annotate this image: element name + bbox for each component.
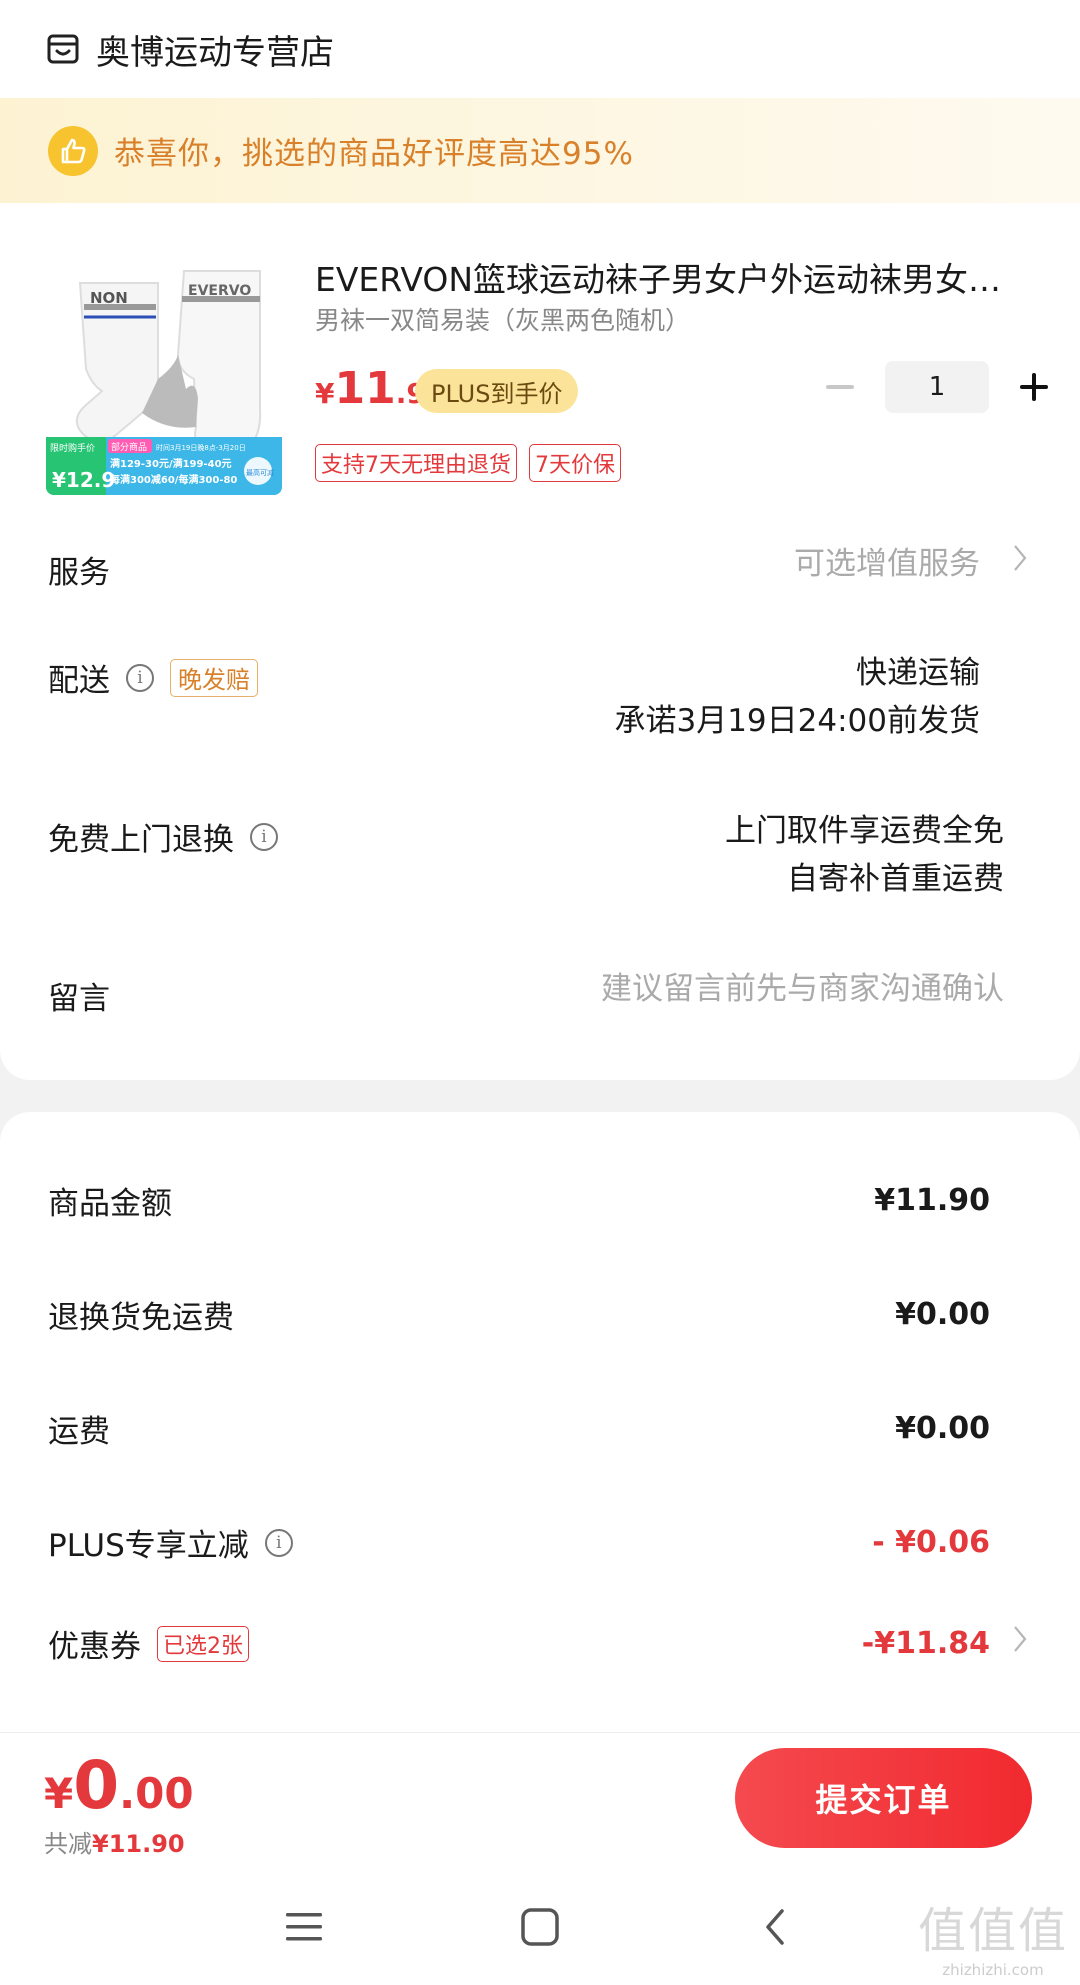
order-item-card: NON EVERVO 限时购手价 ¥12.9 部分商品 时间3月19日晚8点-3…	[0, 203, 1080, 1080]
goods-amount-value: ¥11.90	[874, 1183, 990, 1218]
quantity-stepper: 1	[815, 361, 1059, 413]
free-return-label: 免费上门退换	[48, 822, 234, 858]
price-currency: ¥	[315, 377, 335, 410]
price-summary-card: 商品金额 ¥11.90 退换货免运费 ¥0.00 运费 ¥0.00 PLUS专享…	[0, 1112, 1080, 1732]
return-fee-value: ¥0.00	[895, 1297, 990, 1332]
saved-label: 共减	[44, 1830, 92, 1858]
shipping-fee-label: 运费	[48, 1414, 110, 1450]
product-image[interactable]: NON EVERVO 限时购手价 ¥12.9 部分商品 时间3月19日晚8点-3…	[46, 259, 282, 495]
saved-amount: ¥11.90	[92, 1830, 185, 1858]
service-label: 服务	[48, 555, 110, 591]
free-return-row-label: 免费上门退换 i	[48, 814, 278, 859]
coupon-chevron-icon[interactable]	[1012, 1624, 1028, 1662]
system-nav-bar: 值值值 zhizhizhi.com	[0, 1867, 1080, 1985]
shipping-fee-value: ¥0.00	[895, 1411, 990, 1446]
message-label: 留言	[48, 981, 110, 1017]
sock-brand-left: NON	[90, 289, 128, 307]
delivery-method: 快递运输	[856, 655, 980, 691]
free-return-line-2: 自寄补首重运费	[787, 861, 1004, 897]
service-chevron-icon[interactable]	[1012, 543, 1028, 581]
promo-date: 时间3月19日晚8点-3月20日	[156, 443, 246, 452]
coupon-label: 优惠券	[48, 1629, 141, 1665]
watermark-url: zhizhizhi.com	[942, 1961, 1044, 1979]
price-integer: 11	[334, 363, 396, 414]
return-policy-tag: 支持7天无理由退货	[315, 444, 517, 482]
promo-end: 最高可减	[246, 468, 274, 477]
back-icon[interactable]	[740, 1897, 810, 1957]
message-input[interactable]: 建议留言前先与商家沟通确认	[601, 965, 1004, 1013]
delivery-value[interactable]: 快递运输 承诺3月19日24:00前发货	[614, 649, 980, 745]
plus-discount-info-icon[interactable]: i	[264, 1528, 293, 1557]
total-decimal: .00	[119, 1769, 194, 1818]
checkout-bar: ¥ 0 .00 共减¥11.90 提交订单	[0, 1732, 1080, 1867]
recent-apps-icon[interactable]	[269, 1897, 339, 1957]
product-price: ¥ 11 .9	[315, 363, 426, 414]
total-integer: 0	[73, 1747, 120, 1824]
coupon-row-label[interactable]: 优惠券 已选2张	[48, 1621, 249, 1666]
delivery-label: 配送	[48, 663, 110, 699]
return-fee-label: 退换货免运费	[48, 1300, 234, 1336]
home-icon[interactable]	[505, 1897, 575, 1957]
delivery-info-icon[interactable]: i	[126, 663, 154, 692]
plus-discount-label: PLUS专享立减	[48, 1528, 249, 1564]
coupon-count-tag: 已选2张	[157, 1625, 249, 1662]
quantity-decrease-button[interactable]	[815, 362, 865, 412]
free-return-info-icon[interactable]: i	[250, 822, 278, 851]
total-saved: 共减¥11.90	[44, 1824, 185, 1859]
price-protect-tag: 7天价保	[529, 444, 621, 482]
quantity-input[interactable]: 1	[885, 361, 989, 413]
total-price: ¥ 0 .00	[44, 1747, 194, 1824]
store-name: 奥博运动专营店	[96, 32, 334, 73]
sock-brand-right: EVERVO	[188, 283, 251, 299]
product-title[interactable]: EVERVON篮球运动袜子男女户外运动袜男女…	[315, 253, 1025, 301]
free-return-line-1: 上门取件享运费全免	[725, 813, 1004, 849]
promo-line-1: 满129-30元/满199-40元	[110, 457, 232, 470]
watermark-logo: 值值值	[917, 1903, 1068, 1959]
goods-amount-label: 商品金额	[48, 1186, 172, 1222]
plus-discount-row-label: PLUS专享立减 i	[48, 1520, 293, 1565]
store-icon	[47, 34, 79, 64]
free-return-value: 上门取件享运费全免 自寄补首重运费	[725, 807, 1004, 903]
watermark: 值值值 zhizhizhi.com	[918, 1891, 1068, 1979]
thumbs-up-icon	[48, 125, 98, 176]
submit-order-button[interactable]: 提交订单	[735, 1748, 1032, 1848]
promo-badge-price: ¥12.9	[52, 468, 115, 492]
total-currency: ¥	[44, 1769, 74, 1818]
service-value[interactable]: 可选增值服务	[794, 540, 980, 588]
praise-text: 恭喜你，挑选的商品好评度高达95%	[114, 136, 634, 172]
delivery-promise: 承诺3月19日24:00前发货	[614, 703, 980, 739]
late-delivery-tag: 晚发赔	[170, 658, 258, 697]
plus-price-tag: PLUS到手价	[415, 369, 579, 413]
product-tags: 支持7天无理由退货 7天价保	[315, 444, 621, 482]
praise-banner: 恭喜你，挑选的商品好评度高达95%	[0, 98, 1080, 203]
promo-line-2: 每满300减60/每满300-80	[110, 473, 237, 486]
product-spec[interactable]: 男袜一双简易装（灰黑两色随机）	[315, 301, 690, 337]
quantity-increase-button[interactable]	[1009, 362, 1059, 412]
coupon-value[interactable]: -¥11.84	[862, 1626, 990, 1661]
promo-tag: 部分商品	[111, 441, 147, 453]
promo-badge-small: 限时购手价	[50, 442, 95, 454]
plus-discount-value: - ¥0.06	[872, 1525, 990, 1560]
store-header[interactable]: 奥博运动专营店	[0, 0, 1080, 98]
delivery-row-label: 配送 i 晚发赔	[48, 655, 258, 700]
